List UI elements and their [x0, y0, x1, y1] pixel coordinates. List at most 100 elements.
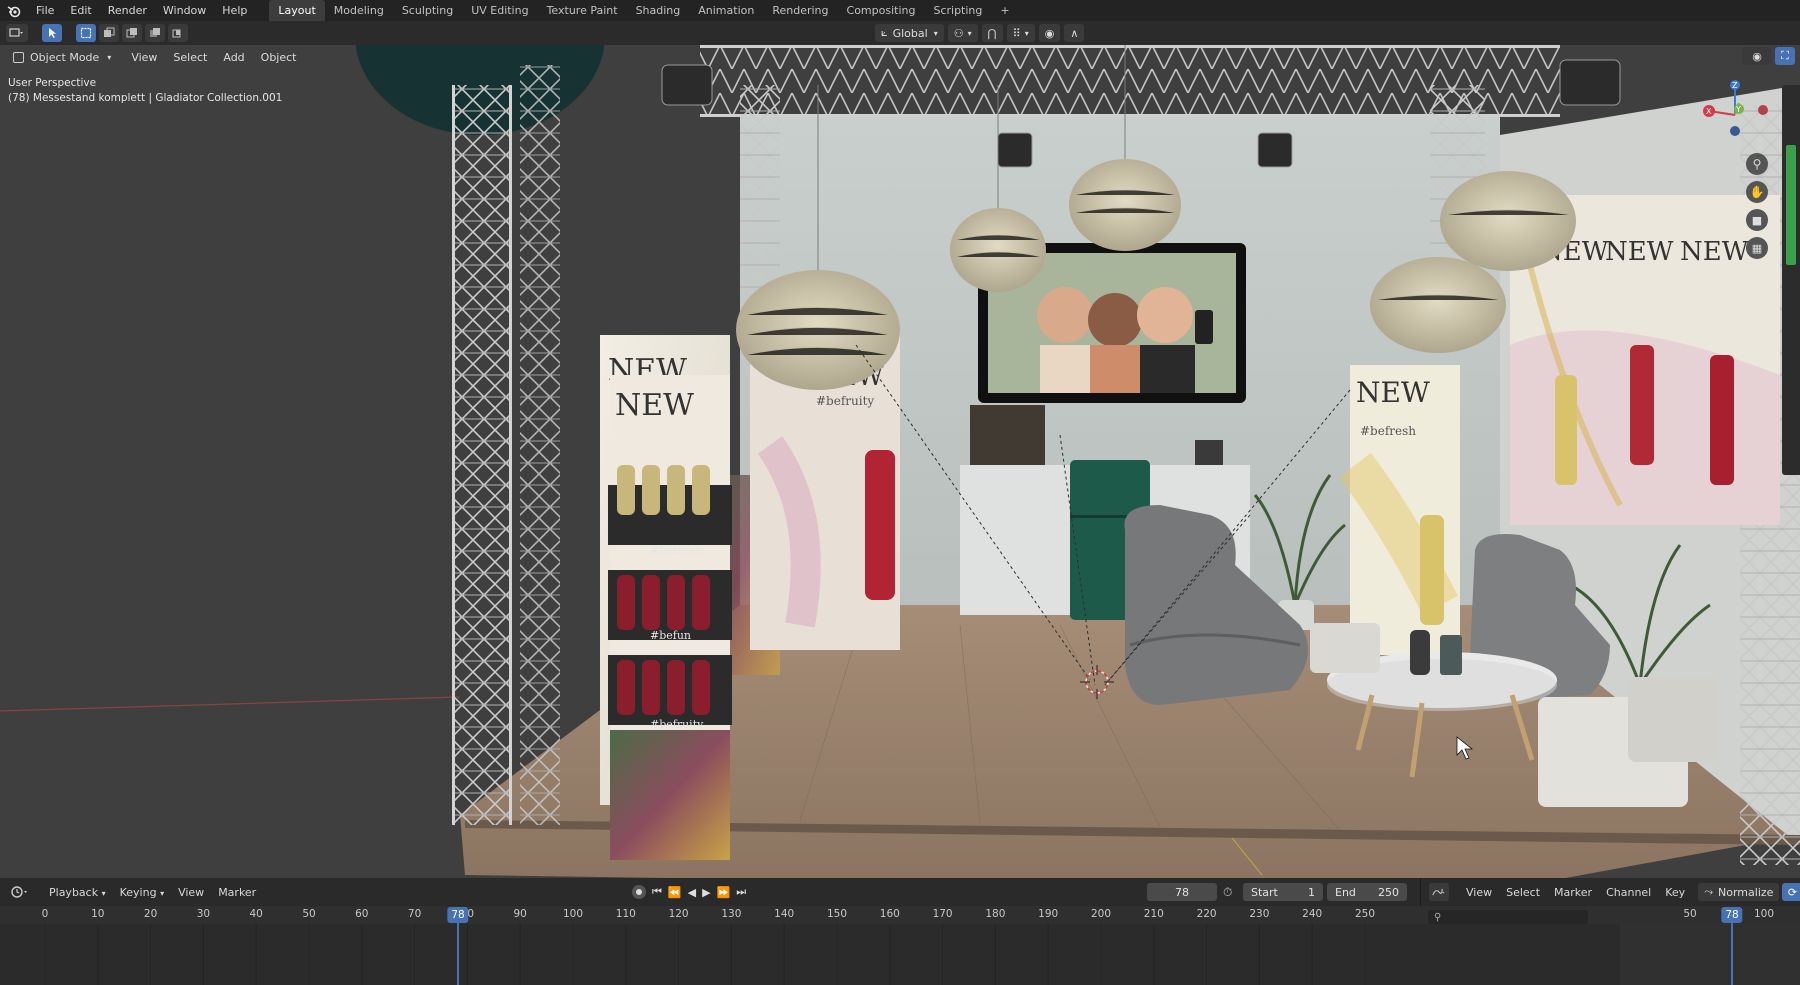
- graph-editor-type-icon[interactable]: [1429, 883, 1449, 901]
- poster-tag-text: #befresh: [1360, 424, 1416, 438]
- end-frame-field[interactable]: End 250: [1327, 883, 1407, 901]
- transform-controls: ⟀ Global ▾ ⚇ ▾ ⋂ ⠿ ▾ ◉ ∧: [875, 24, 1085, 42]
- menu-file[interactable]: File: [28, 0, 62, 21]
- timeline-tick-label: 240: [1302, 908, 1323, 920]
- editor-type-icon[interactable]: [6, 24, 28, 42]
- select-mode-intersect-icon[interactable]: [168, 24, 188, 42]
- navigation-gizmo[interactable]: X Y Z: [1695, 75, 1775, 155]
- blender-logo-icon[interactable]: [0, 0, 28, 21]
- menu-render[interactable]: Render: [100, 0, 155, 21]
- viewport-menu-view[interactable]: View: [123, 51, 165, 64]
- sidebar-active-tab[interactable]: [1786, 145, 1796, 265]
- graph-menu-key[interactable]: Key: [1658, 886, 1692, 899]
- poster-new-text: NEW: [1605, 237, 1674, 267]
- timeline-menu-playback[interactable]: Playback ▾: [42, 886, 113, 899]
- graph-editor-header: View Select Marker Channel Key ⤳ Normali…: [1420, 878, 1800, 906]
- menu-help[interactable]: Help: [214, 0, 255, 21]
- proportional-edit-toggle[interactable]: ◉: [1038, 24, 1061, 42]
- viewport-menu-object[interactable]: Object: [253, 51, 305, 64]
- start-value: 1: [1308, 885, 1315, 899]
- select-mode-invert-icon[interactable]: [145, 24, 165, 42]
- graph-menu-select[interactable]: Select: [1499, 886, 1547, 899]
- select-tool-icon[interactable]: [42, 24, 62, 42]
- playback-label: Playback: [49, 885, 99, 899]
- graph-menu-marker[interactable]: Marker: [1547, 886, 1599, 899]
- snap-toggle[interactable]: ⋂: [981, 24, 1003, 42]
- poster-tag-text: #befruity: [816, 394, 874, 408]
- jump-end-icon[interactable]: ⏭: [736, 885, 746, 899]
- tab-sculpting[interactable]: Sculpting: [393, 0, 462, 21]
- sidebar-panel-tabs[interactable]: [1782, 85, 1800, 475]
- orientation-dropdown[interactable]: ⟀ Global ▾: [875, 24, 944, 42]
- clock-icon[interactable]: ⏱: [1223, 885, 1232, 900]
- jump-start-icon[interactable]: ⏮: [652, 885, 662, 899]
- graph-menu-view[interactable]: View: [1459, 886, 1499, 899]
- gizmo-z-label: Z: [1732, 81, 1738, 90]
- timeline-tick-label: 50: [302, 908, 316, 920]
- select-mode-subtract-icon[interactable]: [122, 24, 142, 42]
- timeline-tick-label: 70: [407, 908, 422, 920]
- channel-search-input[interactable]: ⚲: [1428, 910, 1588, 924]
- current-frame-field[interactable]: 78: [1147, 883, 1217, 901]
- timeline-tick-label: 170: [932, 908, 953, 920]
- tab-texture-paint[interactable]: Texture Paint: [538, 0, 627, 21]
- menu-window[interactable]: Window: [155, 0, 214, 21]
- jump-keyframe-prev-icon[interactable]: ⏪: [668, 886, 682, 899]
- pan-hand-icon[interactable]: ✋: [1746, 181, 1768, 203]
- viewport-header: Object Mode ▾ View Select Add Object: [0, 45, 1800, 69]
- 3d-viewport[interactable]: NEW NEW NEW NEW NEW #befruity: [0, 45, 1800, 878]
- viewport-menu-select[interactable]: Select: [165, 51, 215, 64]
- timeline-tick-label: 140: [774, 908, 795, 920]
- menu-edit[interactable]: Edit: [62, 0, 99, 21]
- graph-menu-channel[interactable]: Channel: [1599, 886, 1658, 899]
- timeline-menu-view[interactable]: View: [171, 886, 211, 899]
- timeline-playhead[interactable]: 78: [447, 907, 469, 923]
- viewport-menu-add[interactable]: Add: [215, 51, 252, 64]
- poster-new-text: NEW: [1680, 237, 1749, 267]
- timeline-tick-label: 10: [91, 908, 105, 920]
- tab-uv-editing[interactable]: UV Editing: [462, 0, 537, 21]
- tab-layout[interactable]: Layout: [269, 0, 325, 21]
- tab-scripting[interactable]: Scripting: [924, 0, 991, 21]
- collection-label: (78) Messestand komplett | Gladiator Col…: [8, 92, 283, 104]
- play-reverse-icon[interactable]: ◀: [688, 886, 696, 899]
- timeline-tick-label: 90: [513, 908, 527, 920]
- scene-render: NEW NEW NEW NEW NEW #befruity: [0, 45, 1800, 878]
- timeline-menu-marker[interactable]: Marker: [211, 886, 263, 899]
- zoom-icon[interactable]: ⚲: [1746, 153, 1768, 175]
- timeline-body[interactable]: [0, 924, 1420, 985]
- gizmo-y-label: Y: [1735, 105, 1741, 114]
- tab-compositing[interactable]: Compositing: [838, 0, 925, 21]
- select-mode-new-icon[interactable]: [76, 24, 96, 42]
- timeline-editor-type-icon[interactable]: [8, 883, 32, 901]
- record-button[interactable]: [632, 885, 646, 899]
- normalize-toggle[interactable]: ⤳ Normalize: [1698, 883, 1780, 901]
- timeline-header: Playback ▾ Keying ▾ View Marker ⏮ ⏪ ◀ ▶ …: [0, 878, 1800, 906]
- pivot-dropdown[interactable]: ⚇ ▾: [947, 24, 978, 42]
- timeline-tick-label: 190: [1038, 908, 1059, 920]
- falloff-dropdown[interactable]: ∧: [1064, 24, 1085, 42]
- tab-shading[interactable]: Shading: [627, 0, 690, 21]
- mode-dropdown[interactable]: Object Mode ▾: [7, 48, 117, 66]
- start-frame-field[interactable]: Start 1: [1243, 883, 1323, 901]
- graph-playhead[interactable]: 78: [1721, 907, 1743, 923]
- add-workspace-button[interactable]: +: [991, 0, 1018, 21]
- tab-modeling[interactable]: Modeling: [325, 0, 393, 21]
- select-mode-extend-icon[interactable]: [99, 24, 119, 42]
- jump-keyframe-next-icon[interactable]: ⏩: [717, 886, 731, 899]
- graph-area[interactable]: [1620, 924, 1800, 985]
- play-icon[interactable]: ▶: [702, 886, 710, 899]
- ortho-grid-icon[interactable]: ▦: [1746, 237, 1768, 259]
- timeline-tick-label: 180: [985, 908, 1006, 920]
- timeline-menu-keying[interactable]: Keying ▾: [113, 886, 171, 899]
- graph-editor-body[interactable]: ⚲: [1420, 910, 1800, 985]
- snap-grid-icon: ⠿: [1012, 26, 1021, 40]
- tab-animation[interactable]: Animation: [689, 0, 763, 21]
- bottle-shelf: #befresh #befun #befruity NEW: [608, 375, 732, 860]
- chevron-down-icon: ▾: [933, 28, 938, 38]
- snap-dropdown[interactable]: ⠿ ▾: [1006, 24, 1035, 42]
- end-label: End: [1335, 885, 1356, 899]
- auto-refresh-icon[interactable]: ⟳: [1782, 883, 1800, 901]
- tab-rendering[interactable]: Rendering: [763, 0, 837, 21]
- camera-view-icon[interactable]: ■: [1746, 209, 1768, 231]
